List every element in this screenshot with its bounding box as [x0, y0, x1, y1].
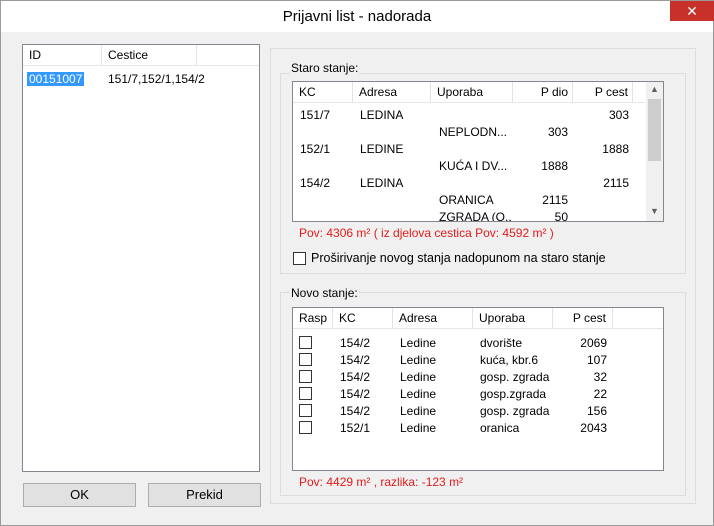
table-row[interactable]: 152/1 Ledine oranica 2043	[293, 420, 663, 437]
rasp-checkbox[interactable]	[299, 370, 312, 383]
column-header-pdio[interactable]: P dio	[513, 82, 573, 102]
cell-pcest: 303	[608, 108, 629, 122]
dialog-client: ID Cestice 00151007 151/7,152/1,154/2 St…	[9, 32, 707, 520]
rasp-checkbox[interactable]	[299, 421, 312, 434]
cell-pcest: 107	[586, 353, 607, 367]
cell-pcest: 2069	[580, 336, 607, 350]
table-row[interactable]: 151/7 LEDINA 303	[293, 107, 645, 124]
cell-uporaba: ZGRADA (O...	[439, 210, 511, 222]
table-row[interactable]: 154/2 Ledine gosp. zgrada 156	[293, 403, 663, 420]
vertical-scrollbar[interactable]: ▲ ▼	[646, 82, 663, 221]
prosirivanje-label[interactable]: Proširivanje novog stanja nadopunom na s…	[311, 251, 606, 265]
window-title: Prijavni list - nadorada	[282, 8, 432, 25]
cell-adresa: LEDINA	[360, 108, 404, 122]
dialog-window: Prijavni list - nadorada ✕ ID Cestice 00…	[0, 0, 714, 526]
cell-uporaba: ORANICA	[439, 193, 494, 207]
cell-adresa: LEDINE	[360, 142, 404, 156]
novo-stanje-table[interactable]: Rasp KC Adresa Uporaba P cest 154/2 Ledi…	[292, 307, 664, 471]
cell-adresa: Ledine	[400, 336, 437, 350]
cell-kc: 152/1	[340, 421, 371, 435]
row-cestice: 151/7,152/1,154/2	[108, 72, 205, 86]
scroll-up-icon[interactable]: ▲	[647, 84, 662, 94]
rasp-checkbox[interactable]	[299, 387, 312, 400]
close-button[interactable]: ✕	[670, 1, 714, 21]
cell-pcest: 22	[593, 387, 607, 401]
cell-adresa: Ledine	[400, 370, 437, 384]
cell-pcest: 2043	[580, 421, 607, 435]
title-bar[interactable]: Prijavni list - nadorada ✕	[1, 1, 714, 32]
ok-button[interactable]: OK	[23, 483, 136, 507]
column-header-kc[interactable]: KC	[293, 82, 353, 102]
cell-adresa: Ledine	[400, 387, 437, 401]
close-icon: ✕	[686, 3, 698, 19]
novo-summary: Pov: 4429 m² , razlika: -123 m²	[299, 475, 464, 489]
column-header-adresa[interactable]: Adresa	[353, 82, 431, 102]
column-header-pcest[interactable]: P cest	[573, 82, 633, 102]
column-header-id[interactable]: ID	[23, 45, 102, 65]
cell-kc: 154/2	[300, 176, 331, 190]
cell-kc: 154/2	[340, 387, 371, 401]
cell-uporaba: oranica	[480, 421, 520, 435]
table-row[interactable]: 154/2 LEDINA 2115	[293, 175, 645, 192]
column-header-adresa[interactable]: Adresa	[393, 308, 473, 328]
cell-pcest: 1888	[602, 142, 629, 156]
cell-adresa: LEDINA	[360, 176, 404, 190]
cell-pdio: 1888	[541, 159, 568, 173]
table-row[interactable]: NEPLODN... 303	[293, 124, 645, 141]
cell-uporaba: KUĆA I DV...	[439, 159, 508, 173]
table-row[interactable]: ORANICA 2115	[293, 192, 645, 209]
staro-stanje-label: Staro stanje:	[290, 61, 360, 75]
column-header-rasp[interactable]: Rasp	[293, 308, 333, 328]
cell-pcest: 2115	[603, 176, 629, 190]
cell-pdio: 2115	[542, 193, 568, 207]
column-header-uporaba[interactable]: Uporaba	[473, 308, 553, 328]
cell-adresa: Ledine	[400, 421, 437, 435]
cell-pdio: 50	[554, 210, 568, 222]
column-header-cestice[interactable]: Cestice	[102, 45, 197, 65]
cell-uporaba: kuća, kbr.6	[480, 353, 539, 367]
cell-pdio: 303	[547, 125, 568, 139]
table-row[interactable]: 152/1 LEDINE 1888	[293, 141, 645, 158]
staro-header: KC Adresa Uporaba P dio P cest	[293, 82, 645, 103]
staro-stanje-table[interactable]: KC Adresa Uporaba P dio P cest 151/7 LED…	[292, 81, 664, 222]
cell-pcest: 156	[586, 404, 607, 418]
table-row[interactable]: 154/2 Ledine gosp. zgrada 32	[293, 369, 663, 386]
table-row[interactable]: KUĆA I DV... 1888	[293, 158, 645, 175]
cell-uporaba: gosp. zgrada	[480, 404, 550, 418]
left-list-header: ID Cestice	[23, 45, 259, 66]
cell-uporaba: gosp.zgrada	[480, 387, 547, 401]
rasp-checkbox[interactable]	[299, 404, 312, 417]
cell-pcest: 32	[593, 370, 607, 384]
cell-kc: 151/7	[300, 108, 331, 122]
cell-kc: 152/1	[300, 142, 331, 156]
cell-kc: 154/2	[340, 404, 371, 418]
cell-kc: 154/2	[340, 336, 371, 350]
cell-kc: 154/2	[340, 353, 371, 367]
rasp-checkbox[interactable]	[299, 336, 312, 349]
table-row[interactable]: 154/2 Ledine kuća, kbr.6 107	[293, 352, 663, 369]
table-row[interactable]: 154/2 Ledine dvorište 2069	[293, 335, 663, 352]
left-list[interactable]: ID Cestice 00151007 151/7,152/1,154/2	[22, 44, 260, 472]
column-header-uporaba[interactable]: Uporaba	[431, 82, 513, 102]
row-id: 00151007	[27, 72, 85, 86]
column-header-kc[interactable]: KC	[333, 308, 393, 328]
table-row[interactable]: ZGRADA (O... 50	[293, 209, 645, 222]
rasp-checkbox[interactable]	[299, 353, 312, 366]
column-header-pcest[interactable]: P cest	[553, 308, 613, 328]
list-item[interactable]: 00151007 151/7,152/1,154/2	[27, 71, 257, 87]
cell-kc: 154/2	[340, 370, 371, 384]
cell-uporaba: dvorište	[480, 336, 523, 350]
novo-stanje-label: Novo stanje:	[290, 286, 359, 300]
cell-uporaba: NEPLODN...	[439, 125, 508, 139]
scrollbar-thumb[interactable]	[648, 99, 661, 161]
cell-adresa: Ledine	[400, 353, 437, 367]
cell-uporaba: gosp. zgrada	[480, 370, 550, 384]
scroll-down-icon[interactable]: ▼	[647, 206, 662, 216]
staro-summary: Pov: 4306 m² ( iz djelova cestica Pov: 4…	[299, 226, 554, 240]
table-row[interactable]: 154/2 Ledine gosp.zgrada 22	[293, 386, 663, 403]
prekid-button[interactable]: Prekid	[148, 483, 261, 507]
prosirivanje-checkbox[interactable]	[293, 252, 306, 265]
cell-adresa: Ledine	[400, 404, 437, 418]
novo-header: Rasp KC Adresa Uporaba P cest	[293, 308, 663, 329]
